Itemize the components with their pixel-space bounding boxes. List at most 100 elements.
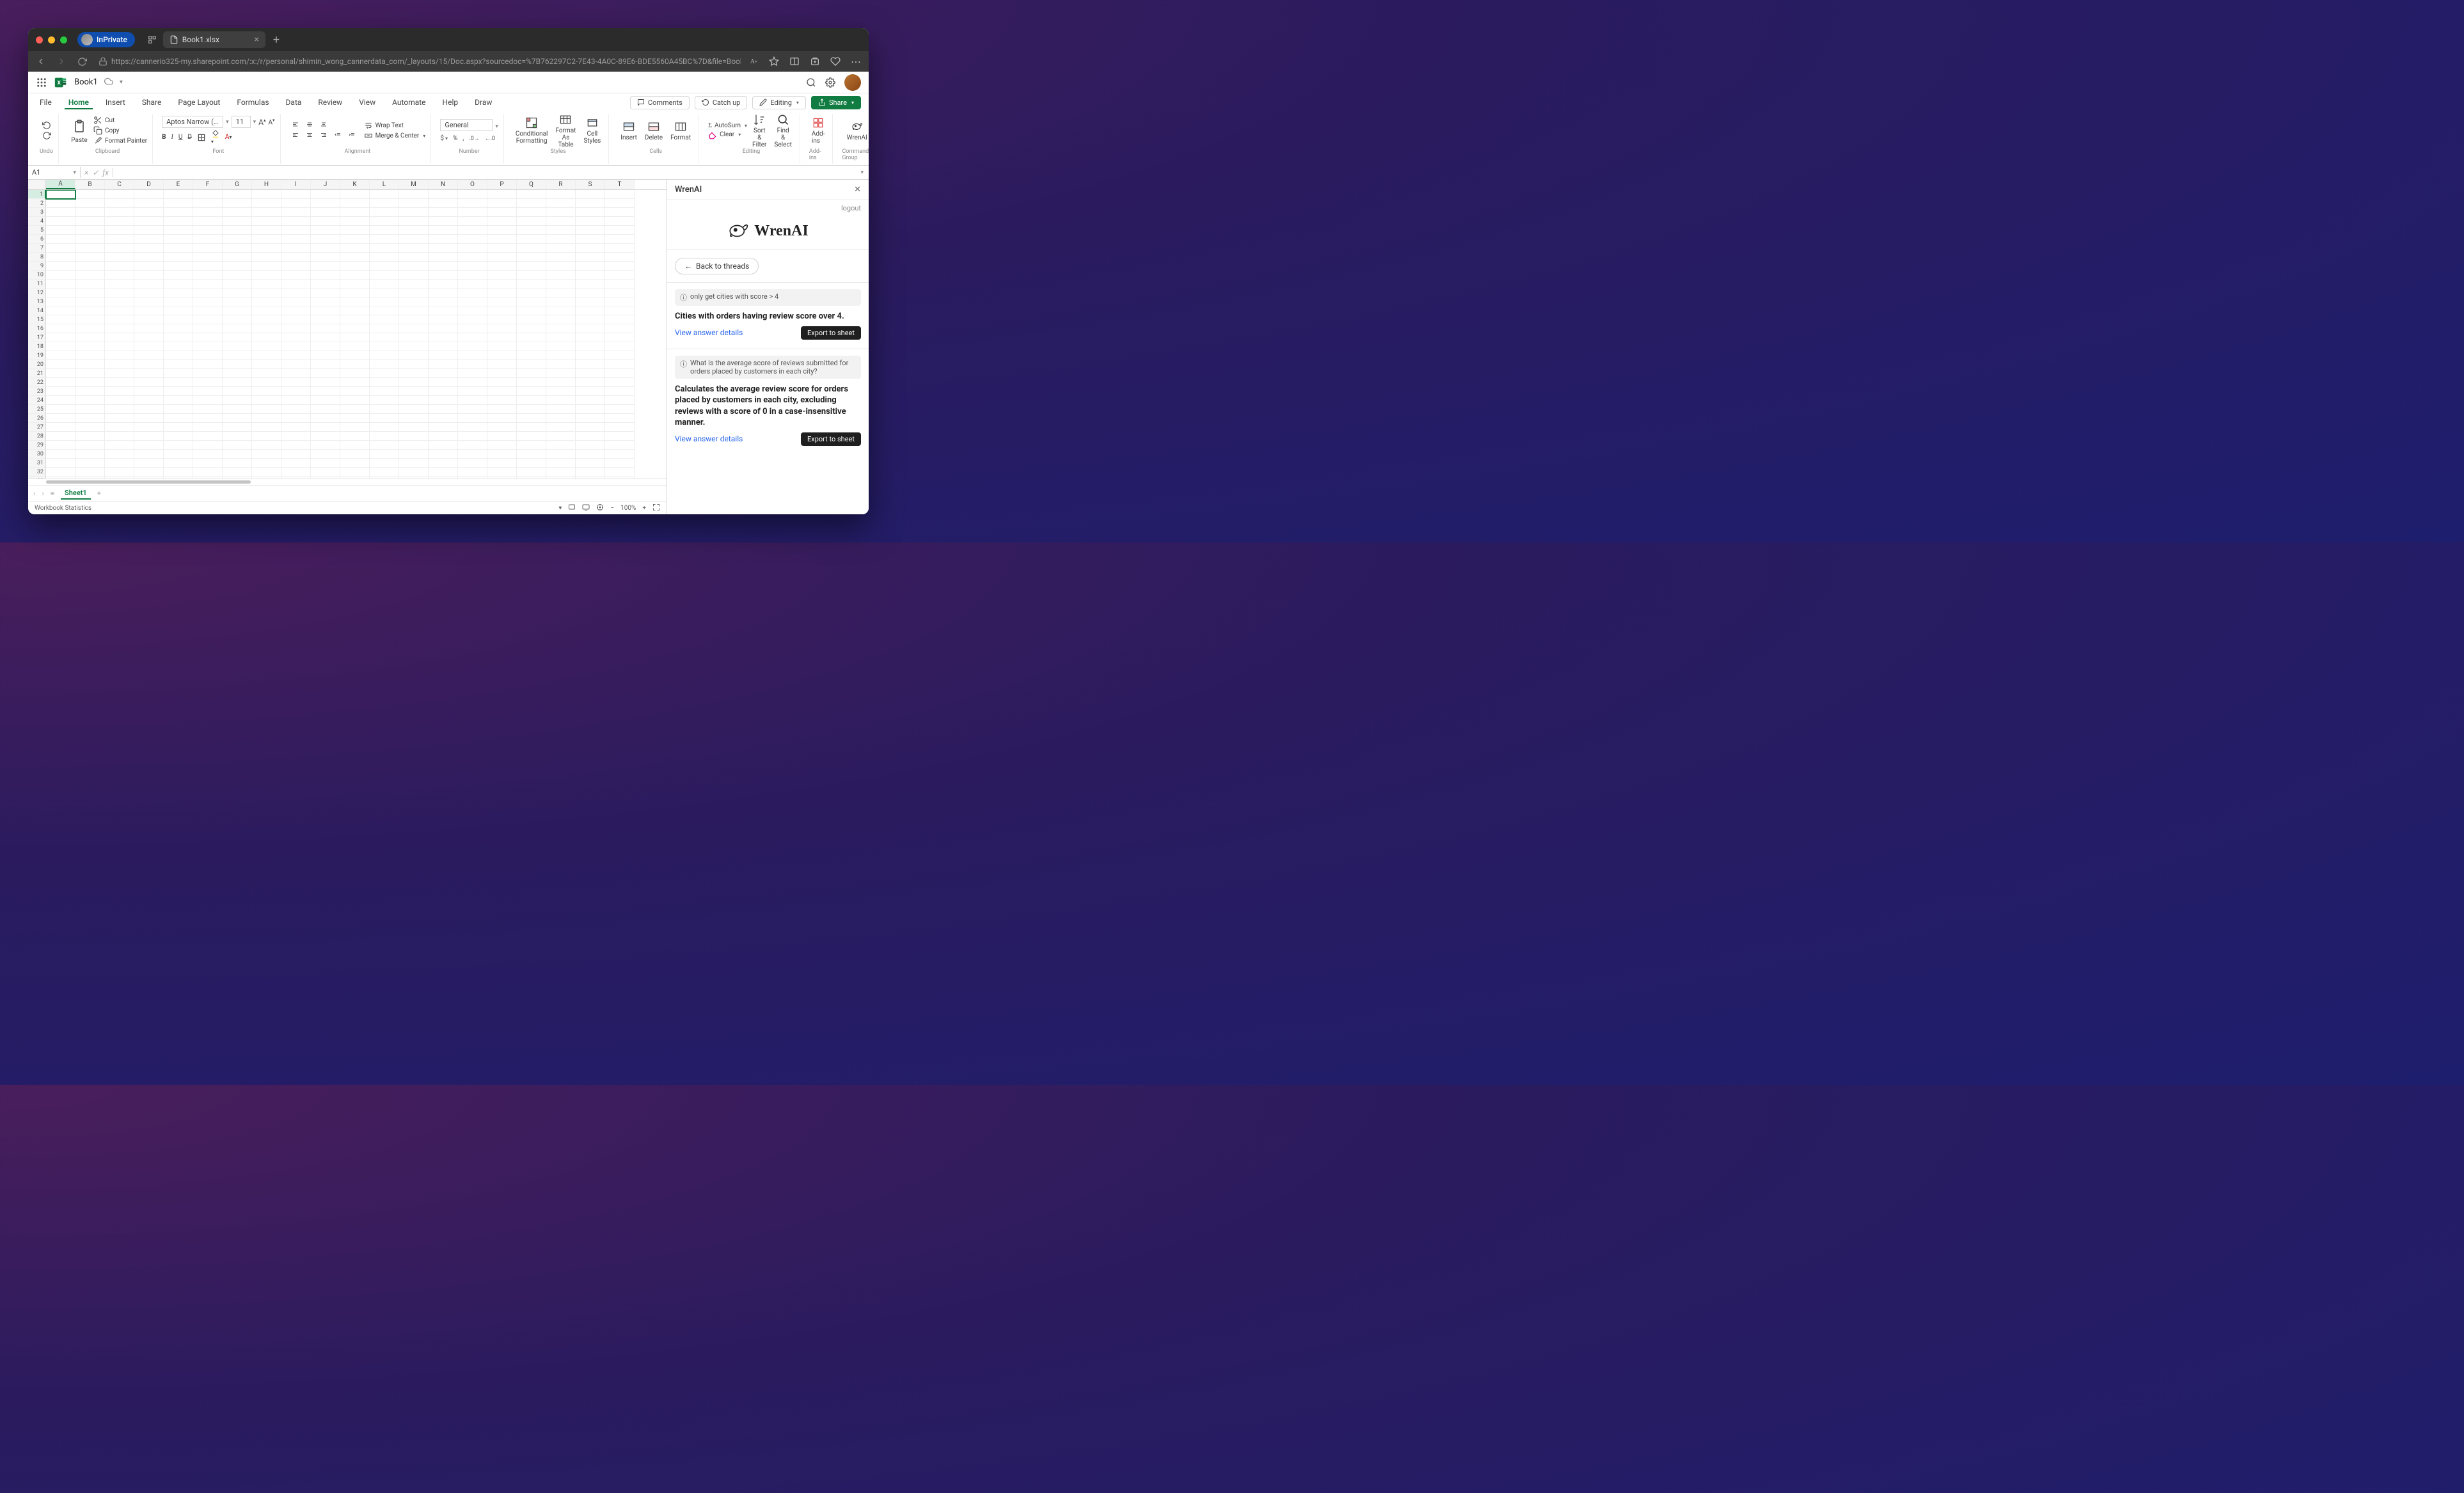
cut-button[interactable]: Cut [93, 116, 147, 125]
tab-overview-button[interactable] [145, 33, 159, 47]
collections-icon[interactable] [807, 54, 823, 69]
decrease-decimal-icon[interactable]: ←.0 [485, 135, 495, 142]
document-name[interactable]: Book1 [74, 77, 98, 87]
row-header[interactable]: 26 [28, 414, 46, 423]
autosum-button[interactable]: Σ AutoSum▾ [708, 122, 747, 129]
close-tab-icon[interactable]: × [254, 35, 258, 45]
close-pane-icon[interactable]: ✕ [854, 185, 861, 194]
row-header[interactable]: 18 [28, 342, 46, 351]
strike-button[interactable]: D [187, 134, 192, 141]
comma-button[interactable]: , [462, 135, 464, 142]
logout-link[interactable]: logout [841, 204, 861, 212]
column-header[interactable]: M [399, 180, 429, 189]
row-header[interactable]: 27 [28, 423, 46, 432]
menu-draw[interactable]: Draw [471, 95, 496, 109]
column-header[interactable]: P [487, 180, 517, 189]
display-settings-icon[interactable] [582, 503, 590, 513]
copy-button[interactable]: Copy [93, 126, 147, 135]
font-size-select[interactable]: 11 [232, 116, 251, 128]
font-color-button[interactable]: A▾ [225, 134, 232, 141]
column-header[interactable]: A [46, 180, 75, 189]
row-header[interactable]: 25 [28, 405, 46, 414]
column-header[interactable]: R [546, 180, 576, 189]
menu-home[interactable]: Home [65, 95, 93, 109]
settings-icon[interactable] [825, 77, 835, 88]
export-to-sheet-button[interactable]: Export to sheet [801, 326, 861, 340]
forward-button[interactable] [54, 54, 69, 69]
percent-button[interactable]: % [453, 135, 457, 142]
row-header[interactable]: 14 [28, 306, 46, 315]
row-header[interactable]: 28 [28, 432, 46, 441]
cell-styles-button[interactable]: Cell Styles [581, 115, 603, 146]
format-cells-button[interactable]: Format [668, 119, 693, 143]
row-header[interactable]: 17 [28, 333, 46, 342]
grid[interactable]: 1234567891011121314151617181920212223242… [28, 190, 667, 478]
row-header[interactable]: 31 [28, 459, 46, 468]
decrease-font-icon[interactable]: A▾ [269, 118, 275, 126]
zoom-level[interactable]: 100% [620, 505, 636, 512]
column-header[interactable]: C [105, 180, 134, 189]
url-box[interactable]: https://cannerio325-my.sharepoint.com/:x… [95, 54, 741, 68]
row-header[interactable]: 32 [28, 468, 46, 477]
fx-icon[interactable]: ƒx [102, 168, 109, 177]
conditional-formatting-button[interactable]: Conditional Formatting [513, 115, 551, 146]
menu-insert[interactable]: Insert [102, 95, 129, 109]
column-header[interactable]: L [370, 180, 399, 189]
column-header[interactable]: K [340, 180, 370, 189]
delete-cells-button[interactable]: Delete [642, 119, 665, 143]
close-window[interactable] [36, 36, 43, 43]
find-select-button[interactable]: Find & Select [771, 112, 794, 150]
row-header[interactable]: 4 [28, 217, 46, 226]
redo-icon[interactable] [42, 131, 51, 140]
minimize-window[interactable] [48, 36, 55, 43]
back-to-threads-button[interactable]: ← Back to threads [675, 258, 759, 274]
browser-tab[interactable]: Book1.xlsx × [163, 31, 265, 48]
italic-button[interactable]: I [171, 134, 173, 141]
shortcuts-icon[interactable]: ▾ [558, 505, 562, 512]
view-details-link[interactable]: View answer details [675, 328, 743, 337]
menu-share[interactable]: Share [138, 95, 166, 109]
row-header[interactable]: 13 [28, 297, 46, 306]
select-all-corner[interactable] [28, 180, 46, 189]
reload-button[interactable] [74, 54, 90, 69]
view-details-link[interactable]: View answer details [675, 434, 743, 443]
split-screen-icon[interactable] [787, 54, 802, 69]
favorite-icon[interactable] [766, 54, 782, 69]
row-header[interactable]: 5 [28, 226, 46, 235]
add-sheet-icon[interactable]: + [97, 489, 101, 498]
user-avatar[interactable] [844, 74, 861, 91]
confirm-formula-icon[interactable]: ✓ [92, 168, 99, 177]
row-header[interactable]: 30 [28, 450, 46, 459]
row-header[interactable]: 29 [28, 441, 46, 450]
wrenai-button[interactable]: WrenAI [844, 119, 869, 143]
row-header[interactable]: 24 [28, 396, 46, 405]
row-header[interactable]: 10 [28, 271, 46, 280]
row-header[interactable]: 3 [28, 208, 46, 217]
name-box[interactable]: A1 ▾ [28, 167, 81, 178]
clear-button[interactable]: Clear▾ [708, 130, 747, 139]
row-header[interactable]: 1 [28, 190, 46, 199]
help-icon[interactable] [596, 503, 604, 513]
menu-view[interactable]: View [355, 95, 379, 109]
formula-input[interactable] [113, 171, 855, 174]
zoom-out-icon[interactable]: − [610, 505, 614, 512]
paste-button[interactable]: Paste [68, 116, 91, 145]
chevron-down-icon[interactable]: ▾ [120, 79, 123, 86]
comments-button[interactable]: Comments [630, 96, 690, 109]
fullscreen-icon[interactable] [652, 503, 660, 513]
menu-page-layout[interactable]: Page Layout [174, 95, 224, 109]
insert-cells-button[interactable]: Insert [618, 119, 640, 143]
app-launcher-icon[interactable] [36, 77, 47, 88]
column-header[interactable]: H [252, 180, 281, 189]
align-bottom-icon[interactable] [318, 121, 329, 130]
feedback-icon[interactable] [568, 503, 576, 513]
column-header[interactable]: Q [517, 180, 546, 189]
align-right-icon[interactable] [318, 131, 329, 140]
cancel-formula-icon[interactable]: × [84, 168, 88, 177]
fill-color-button[interactable]: ▾ [211, 129, 220, 145]
new-tab-button[interactable]: + [273, 33, 280, 47]
menu-review[interactable]: Review [314, 95, 346, 109]
indent-decrease-icon[interactable] [332, 131, 344, 140]
row-header[interactable]: 8 [28, 253, 46, 262]
row-header[interactable]: 11 [28, 280, 46, 288]
